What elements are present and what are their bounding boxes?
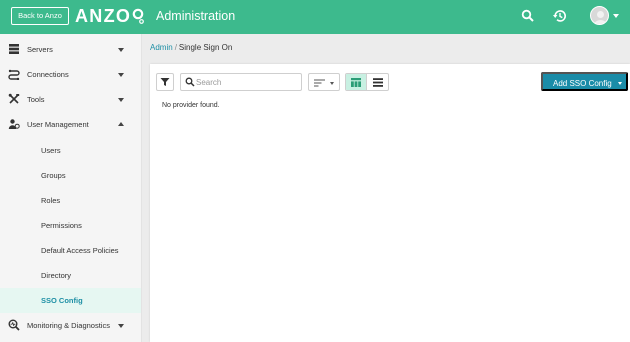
search-icon [185, 77, 195, 87]
search-input[interactable] [196, 75, 296, 89]
tools-icon [8, 93, 20, 104]
add-sso-config-label: Add SSO Config [553, 79, 612, 88]
sidebar-subitem-users[interactable]: Users [0, 138, 141, 163]
sidebar-item-tools[interactable]: Tools [0, 87, 142, 112]
sidebar-subitem-label: Directory [41, 271, 72, 280]
chevron-down-icon [118, 98, 124, 102]
sidebar-subitem-directory[interactable]: Directory [0, 263, 141, 288]
monitoring-icon [8, 319, 20, 331]
list-view-button[interactable] [367, 74, 388, 90]
sso-config-panel: Add SSO Config No provider found. [150, 64, 630, 342]
sidebar-subitem-permissions[interactable]: Permissions [0, 213, 141, 238]
filter-button[interactable] [156, 73, 174, 91]
avatar[interactable] [590, 6, 609, 25]
chevron-down-icon [118, 73, 124, 77]
sidebar-subitem-label: Groups [41, 171, 66, 180]
sort-icon [314, 79, 325, 87]
user-management-icon [8, 119, 20, 129]
app-title: Administration [156, 9, 236, 23]
filter-icon [160, 78, 170, 86]
main-content: Admin / Single Sign On Search Add SSO Co… [142, 34, 630, 342]
grid-view-icon [351, 77, 361, 87]
list-view-icon [372, 77, 383, 87]
empty-state-message: No provider found. [162, 102, 220, 109]
search-box[interactable] [180, 73, 302, 91]
sidebar-subitem-label: Default Access Policies [41, 246, 119, 255]
chevron-down-icon[interactable] [618, 82, 622, 85]
sidebar-item-label: Connections [27, 70, 69, 79]
sidebar-subitem-default-access-policies[interactable]: Default Access Policies [0, 238, 141, 263]
history-icon[interactable] [552, 8, 568, 24]
connections-icon [8, 69, 20, 80]
server-icon [9, 44, 19, 54]
sidebar-item-monitoring-diagnostics[interactable]: Monitoring & Diagnostics [0, 313, 142, 338]
chevron-down-icon[interactable] [613, 13, 619, 18]
sidebar-item-label: Servers [27, 45, 53, 54]
sidebar-item-servers[interactable]: Servers [0, 37, 142, 62]
sidebar-subitem-groups[interactable]: Groups [0, 163, 141, 188]
chevron-up-icon [118, 122, 124, 126]
anzo-logo[interactable]: ANZO [75, 4, 145, 28]
breadcrumb: Admin / Single Sign On [150, 43, 232, 52]
sidebar-item-user-management[interactable]: User Management [0, 112, 142, 137]
view-toggle [345, 73, 389, 91]
grid-view-button[interactable] [346, 74, 368, 90]
sidebar-subitem-sso-config[interactable]: SSO Config [0, 288, 141, 313]
sort-button[interactable] [308, 73, 340, 91]
back-to-anzo-button[interactable]: Back to Anzo [11, 7, 69, 25]
sidebar-subitem-label: Permissions [41, 221, 82, 230]
sidebar-item-label: User Management [27, 120, 89, 129]
search-icon[interactable] [520, 8, 536, 24]
sidebar-subitem-label: SSO Config [41, 296, 83, 305]
sidebar-item-label: Tools [27, 95, 45, 104]
sidebar-subitem-label: Users [41, 146, 61, 155]
breadcrumb-admin-link[interactable]: Admin [150, 43, 173, 52]
chevron-down-icon [330, 82, 334, 85]
user-silhouette-icon [594, 11, 607, 24]
breadcrumb-current: Single Sign On [178, 43, 233, 52]
chevron-down-icon [118, 48, 124, 52]
breadcrumb-separator: / [174, 43, 177, 52]
sidebar-item-label: Monitoring & Diagnostics [27, 321, 110, 330]
sidebar-subitem-roles[interactable]: Roles [0, 188, 141, 213]
logo-mark-icon [132, 8, 145, 24]
sidebar: Servers Connections Tools User Managemen… [0, 34, 142, 342]
add-sso-config-button[interactable]: Add SSO Config [541, 72, 628, 91]
user-menu[interactable] [590, 6, 619, 25]
sidebar-subitem-label: Roles [41, 196, 61, 205]
logo-text: ANZO [75, 5, 132, 26]
sidebar-item-connections[interactable]: Connections [0, 62, 142, 87]
top-bar: Back to Anzo ANZO Administration [0, 0, 630, 34]
chevron-down-icon [118, 324, 124, 328]
